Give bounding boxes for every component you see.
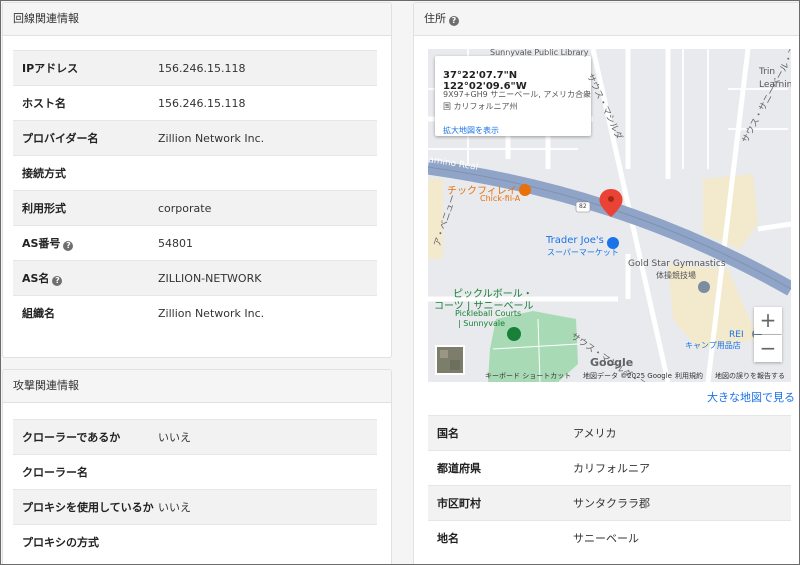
row-value: Zillion Network Inc. [158,120,377,156]
enlarge-map-link[interactable]: 拡大地図を表示 [443,125,499,136]
map-label-gym-ja: 体操競技場 [656,271,696,280]
row-value [158,524,377,559]
row-value: アメリカ [573,415,791,451]
row-value: 156.246.15.118 [158,85,377,121]
row-value: 156.246.15.118 [158,50,377,86]
address-title: 住所 [424,12,446,25]
map-label-chick-en: Chick-fil-A [480,194,521,203]
row-key: AS名 [22,272,50,285]
map-plus-code: 9X97+GH9 サニーベール, アメリカ合衆国 カリフォルニア州 [443,90,591,111]
row-value: いいえ [158,489,377,525]
table-row: 組織名 Zillion Network Inc. [13,295,377,330]
keyboard-shortcuts-link[interactable]: キーボード ショートカット [485,371,571,381]
page-frame: 回線関連情報 IPアドレス 156.246.15.118 ホスト名 156.246.… [0,0,800,565]
row-value: カリフォルニア [573,450,791,486]
row-value: サンタクララ郡 [573,485,791,521]
map-data-text: 地図データ ©2025 Google [583,372,672,380]
row-value: サニーベール [573,520,791,555]
map-label-trader-joes: Trader Joe's [546,235,604,246]
map-label-pickleball-en2: | Sunnyvale [458,319,506,328]
table-row: クローラーであるか いいえ [13,419,377,455]
row-value: corporate [158,190,377,226]
map-attribution: キーボード ショートカット 地図データ ©2025 Google 利用規約 地図… [428,370,791,382]
row-key-cell: AS名? [13,260,158,296]
map-embed[interactable]: 37°22'07.7"N 122°02'09.6"W 9X97+GH9 サニーベ… [428,49,791,382]
zoom-out-button[interactable]: − [754,335,782,362]
zoom-in-button[interactable]: + [754,307,782,334]
map-label-gym-en: Gold Star Gymnastics [628,259,726,269]
attack-info-title: 攻撃関連情報 [13,379,79,392]
map-label-library: Sunnyvale Public Library [490,49,589,57]
help-icon[interactable]: ? [63,241,74,251]
attack-info-header: 攻撃関連情報 [3,370,391,403]
row-key: 市区町村 [428,485,573,521]
row-key: 組織名 [13,295,158,330]
row-key: AS番号 [22,237,61,250]
route-82-label: 82 [579,203,587,210]
attack-info-table: クローラーであるか いいえ クローラー名 プロキシを使用しているか いいえ プロキシ… [13,419,377,559]
row-value: いいえ [158,419,377,455]
row-key: クローラーであるか [13,419,158,455]
address-table: 国名 アメリカ 都道府県 カリフォルニア 市区町村 サンタクララ郡 地名 サニーベール [428,415,791,555]
row-value: Zillion Network Inc. [158,295,377,330]
line-info-header: 回線関連情報 [3,3,391,36]
map-label-rei: REI [729,330,744,340]
table-row: AS番号? 54801 [13,225,377,261]
table-row: IPアドレス 156.246.15.118 [13,50,377,86]
row-key: 国名 [428,415,573,451]
table-row: 市区町村 サンタクララ郡 [428,485,791,521]
row-key: ホスト名 [13,85,158,121]
table-row: プロキシを使用しているか いいえ [13,489,377,525]
row-key: プロキシの方式 [13,524,158,559]
table-row: AS名? ZILLION-NETWORK [13,260,377,296]
table-row: プロキシの方式 [13,524,377,559]
table-row: 利用形式 corporate [13,190,377,226]
row-value: 54801 [158,225,377,261]
row-value: ZILLION-NETWORK [158,260,377,296]
help-icon[interactable]: ? [449,16,459,26]
table-row: 国名 アメリカ [428,415,791,451]
row-key: 地名 [428,520,573,555]
row-key: 利用形式 [13,190,158,226]
map-label-rei-ja: キャンプ用品店 [685,341,741,350]
table-row: クローラー名 [13,454,377,490]
line-info-card: 回線関連情報 IPアドレス 156.246.15.118 ホスト名 156.246.… [2,2,392,358]
table-row: 接続方式 [13,155,377,191]
line-info-title: 回線関連情報 [13,12,79,25]
table-row: 都道府県 カリフォルニア [428,450,791,486]
map-label-supermarket: スーパーマーケット [547,248,619,257]
row-key: クローラー名 [13,454,158,490]
row-key: プロキシを使用しているか [13,489,158,525]
help-icon[interactable]: ? [52,276,63,286]
row-key: プロバイダー名 [13,120,158,156]
map-info-box: 37°22'07.7"N 122°02'09.6"W 9X97+GH9 サニーベ… [435,56,591,136]
row-value [158,155,377,191]
big-map-link[interactable]: 大きな地図で見る [707,389,795,405]
address-header: 住所? [414,3,799,36]
row-key-cell: AS番号? [13,225,158,261]
row-key: 接続方式 [13,155,158,191]
row-value [158,454,377,490]
table-row: ホスト名 156.246.15.118 [13,85,377,121]
report-error-link[interactable]: 地図の誤りを報告する [715,371,785,381]
table-row: 地名 サニーベール [428,520,791,555]
terms-link[interactable]: 利用規約 [675,371,703,381]
row-key: 都道府県 [428,450,573,486]
attack-info-card: 攻撃関連情報 クローラーであるか いいえ クローラー名 プロキシを使用しているかい… [2,369,392,564]
table-row: プロバイダー名 Zillion Network Inc. [13,120,377,156]
map-label-pickleball-en1: Pickleball Courts [455,309,522,318]
row-key: IPアドレス [13,50,158,86]
google-logo: Google [590,356,634,369]
line-info-table: IPアドレス 156.246.15.118 ホスト名 156.246.15.118 … [13,50,377,330]
